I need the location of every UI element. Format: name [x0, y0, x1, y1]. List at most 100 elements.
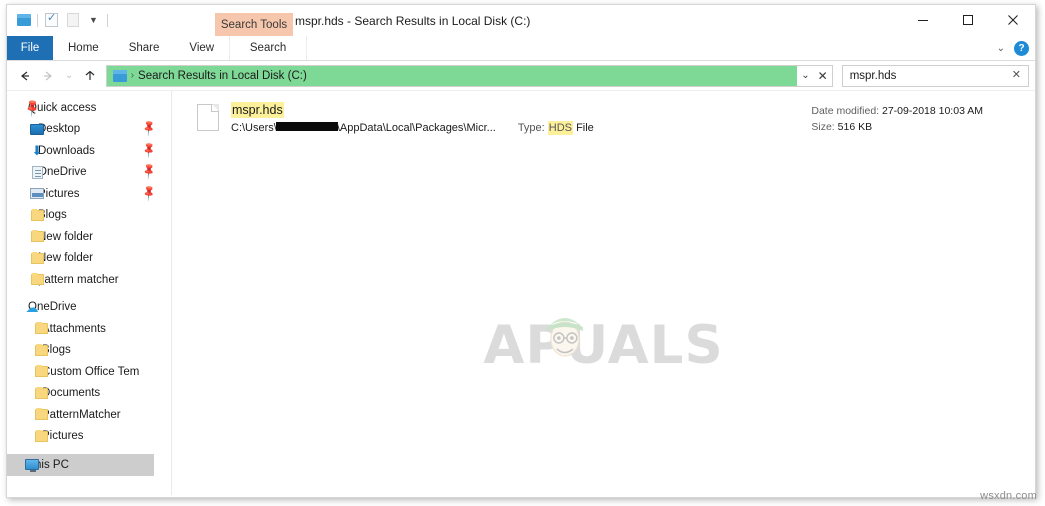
- qat-divider-2: [107, 13, 108, 27]
- result-path-suffix: \AppData\Local\Packages\Micr...: [336, 121, 496, 134]
- result-type-highlight: HDS: [547, 120, 574, 135]
- search-box[interactable]: ✕: [841, 64, 1029, 87]
- sidebar-item-new-folder-2[interactable]: New folder: [7, 248, 171, 270]
- close-button[interactable]: [990, 5, 1035, 34]
- result-type-label: Type:: [517, 121, 545, 134]
- sidebar-item-blogs-od[interactable]: Blogs: [7, 340, 171, 362]
- chevron-down-icon[interactable]: ▼: [83, 10, 104, 31]
- sidebar-item-pictures-od[interactable]: Pictures: [7, 426, 171, 448]
- sidebar-item-label: Attachments: [42, 322, 106, 335]
- tab-search-label: Search: [249, 42, 287, 54]
- tab-file[interactable]: File: [7, 36, 53, 60]
- sidebar-item-documents[interactable]: Documents: [7, 383, 171, 405]
- folder-icon: [29, 250, 45, 266]
- folder-icon: [29, 272, 45, 288]
- tab-file-label: File: [20, 42, 40, 54]
- tab-search[interactable]: Search: [229, 36, 308, 60]
- redaction-bar: [275, 121, 338, 131]
- pin-icon: 📌: [21, 97, 43, 118]
- folder-icon[interactable]: [13, 10, 34, 31]
- explorer-window: ▼ Search Tools mspr.hds - Search Results…: [6, 4, 1036, 498]
- result-type-suffix: File: [576, 121, 594, 134]
- title-bar: ▼ Search Tools mspr.hds - Search Results…: [7, 5, 1035, 36]
- sidebar-item-desktop[interactable]: Desktop 📌: [7, 119, 171, 141]
- appuals-mascot-icon: [546, 318, 583, 357]
- sidebar-item-onedrive-qa[interactable]: OneDrive 📌: [7, 162, 171, 184]
- screenshot-root: ▼ Search Tools mspr.hds - Search Results…: [0, 0, 1045, 506]
- address-bar[interactable]: › Search Results in Local Disk (C:) ⌄ ✕: [105, 64, 833, 87]
- forward-button[interactable]: [37, 64, 61, 88]
- sidebar-item-blogs-qa[interactable]: Blogs: [7, 205, 171, 227]
- ribbon-right-controls: ⌄ ?: [997, 36, 1029, 61]
- help-icon[interactable]: ?: [1014, 41, 1029, 56]
- folder-icon: [33, 428, 49, 444]
- search-results-pane[interactable]: mspr.hds C:\Users\ \AppData\Local\Package…: [172, 91, 1035, 495]
- folder-icon: [29, 207, 45, 223]
- pin-icon[interactable]: 📌: [141, 120, 159, 138]
- sidebar-group-onedrive[interactable]: ☁ OneDrive: [7, 297, 171, 319]
- maximize-button[interactable]: [945, 5, 990, 34]
- minimize-button[interactable]: [900, 5, 945, 34]
- sidebar-item-label: New folder: [38, 252, 93, 265]
- pin-icon[interactable]: 📌: [141, 163, 159, 181]
- chevron-down-icon[interactable]: ⌄: [997, 43, 1005, 54]
- list-item[interactable]: mspr.hds C:\Users\ \AppData\Local\Package…: [172, 91, 1035, 135]
- up-button[interactable]: [78, 64, 102, 88]
- folder-icon: [33, 364, 49, 380]
- tab-share-label: Share: [128, 42, 160, 54]
- desktop-icon: [29, 121, 45, 137]
- search-input[interactable]: [842, 68, 1003, 83]
- sidebar-item-label: PatternMatcher: [42, 408, 121, 421]
- tab-view[interactable]: View: [174, 36, 229, 60]
- breadcrumb: › Search Results in Local Disk (C:): [107, 69, 307, 82]
- this-pc-icon: [24, 457, 40, 473]
- stop-search-icon[interactable]: ✕: [818, 70, 828, 82]
- breadcrumb-label: Search Results in Local Disk (C:): [138, 69, 307, 82]
- generic-file-icon: [197, 104, 219, 131]
- date-modified-label: Date modified:: [811, 105, 880, 117]
- sidebar-item-pattern-matcher[interactable]: pattern matcher: [7, 269, 171, 291]
- tab-share[interactable]: Share: [114, 36, 175, 60]
- date-modified-value: 27-09-2018 10:03 AM: [882, 105, 983, 117]
- chevron-down-icon[interactable]: ⌄: [801, 70, 809, 81]
- close-icon[interactable]: ✕: [1012, 69, 1021, 81]
- sidebar-item-label: OneDrive: [38, 166, 87, 179]
- sidebar-item-attachments[interactable]: Attachments: [7, 318, 171, 340]
- size-value: 516 KB: [837, 121, 873, 134]
- pin-icon[interactable]: 📌: [141, 184, 159, 202]
- sidebar-item-pictures-qa[interactable]: Pictures 📌: [7, 183, 171, 205]
- window-body: 📌 Quick access Desktop 📌 ⬇ Downloads 📌 O…: [7, 91, 1035, 495]
- sidebar-item-custom-office-templates[interactable]: Custom Office Tem: [7, 361, 171, 383]
- result-file-name-highlight: mspr.hds: [231, 102, 284, 118]
- properties-checkbox-icon[interactable]: [41, 10, 62, 31]
- sidebar-item-patternmatcher[interactable]: PatternMatcher: [7, 404, 171, 426]
- sidebar-group-quick-access[interactable]: 📌 Quick access: [7, 97, 171, 119]
- tab-home[interactable]: Home: [53, 36, 114, 60]
- folder-icon: [33, 342, 49, 358]
- result-size: Size: 516 KB: [811, 119, 983, 135]
- downloads-icon: ⬇: [31, 143, 43, 159]
- sidebar-item-this-pc[interactable]: This PC: [7, 454, 154, 476]
- breadcrumb-separator: ›: [130, 70, 135, 81]
- pin-icon[interactable]: 📌: [141, 141, 159, 159]
- result-path-prefix: C:\Users\: [231, 121, 277, 134]
- qat-divider: [37, 13, 38, 27]
- address-bar-actions: ⌄ ✕: [801, 66, 827, 86]
- tab-view-label: View: [189, 42, 215, 54]
- sidebar-item-downloads[interactable]: ⬇ Downloads 📌: [7, 140, 171, 162]
- watermark-text: PUALS: [525, 315, 724, 376]
- new-folder-icon[interactable]: [62, 10, 83, 31]
- navigation-pane: 📌 Quick access Desktop 📌 ⬇ Downloads 📌 O…: [7, 91, 172, 495]
- window-title: mspr.hds - Search Results in Local Disk …: [295, 14, 531, 28]
- sidebar-item-new-folder-1[interactable]: New folder: [7, 226, 171, 248]
- back-button[interactable]: [13, 64, 37, 88]
- sidebar-item-label: Downloads: [38, 144, 95, 157]
- sidebar-item-label: Custom Office Tem: [42, 365, 140, 378]
- window-controls: [900, 5, 1035, 34]
- folder-icon: [33, 407, 49, 423]
- drive-folder-icon[interactable]: [112, 69, 127, 82]
- recent-locations-icon[interactable]: ⌄: [60, 64, 78, 88]
- sidebar-item-label: New folder: [38, 230, 93, 243]
- folder-icon: [33, 385, 49, 401]
- pictures-icon: [29, 186, 45, 202]
